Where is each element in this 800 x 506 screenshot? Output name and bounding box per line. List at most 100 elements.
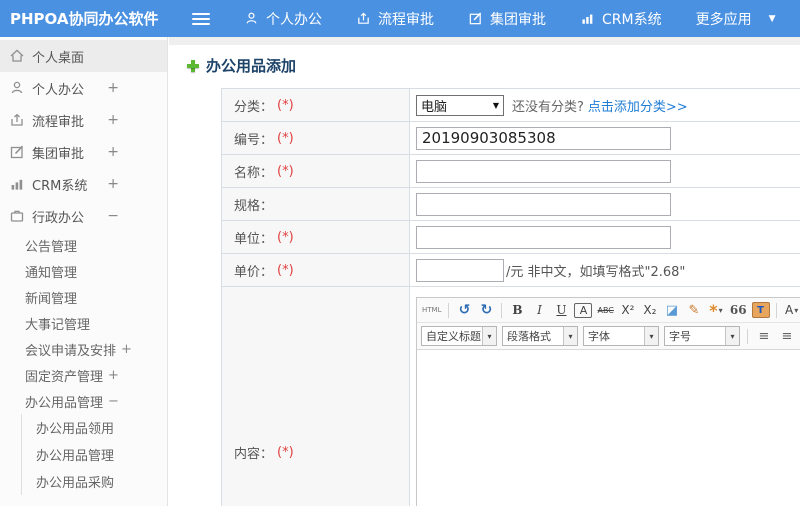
caret-down-icon: ▾	[482, 327, 496, 345]
font-border-button[interactable]: A	[574, 302, 593, 318]
caret-down-icon: ▾	[563, 327, 577, 345]
category-select[interactable]: 电脑 ▼	[416, 94, 504, 116]
sidebar-item-memorabilia-mgmt[interactable]: 大事记管理	[0, 310, 167, 336]
name-input[interactable]	[416, 159, 671, 183]
sidebar-item-administrative-office[interactable]: 行政办公 −	[0, 200, 167, 232]
caret-down-icon: ▾	[725, 327, 739, 345]
content-label: 内容：	[234, 447, 274, 462]
topbar: PHPOA协同办公软件 个人办公 流程审批 集团审批 CRM系统 更多应用 ▼	[0, 0, 800, 37]
auto-typeset-button[interactable]: * ▾	[707, 301, 725, 320]
briefcase-icon	[9, 208, 25, 224]
form-row-code: 编号： (*)	[222, 122, 800, 155]
person-icon	[244, 11, 259, 26]
name-label: 名称：	[234, 165, 274, 181]
blockquote-button[interactable]: 66	[729, 301, 748, 319]
sidebar-item-news-mgmt[interactable]: 新闻管理	[0, 284, 167, 310]
home-icon	[9, 48, 25, 64]
spec-input[interactable]	[416, 192, 671, 216]
format-painter-button[interactable]: ✎	[685, 301, 703, 319]
form-row-spec: 规格：	[222, 188, 800, 221]
sidebar-item-notice-mgmt[interactable]: 通知管理	[0, 258, 167, 284]
expand-toggle[interactable]: +	[107, 144, 119, 160]
nav-group-approval[interactable]: 集团审批	[468, 9, 546, 29]
collapse-toggle[interactable]: −	[108, 394, 119, 409]
toolbar-separator	[775, 302, 777, 318]
sidebar-item-supplies-purchase[interactable]: 办公用品采购	[22, 468, 167, 495]
toolbar-separator	[747, 328, 748, 344]
rich-text-editor: HTML ↺ ↻ B I U A ABC X² X₂ ◪ ✎ * ▾ 66 T …	[416, 297, 800, 506]
remove-format-button[interactable]: ◪	[663, 301, 681, 319]
price-suffix: /元 非中文，如填写格式"2.68"	[506, 264, 686, 280]
sidebar-submenu-office-supplies: 办公用品领用 办公用品管理 办公用品采购	[21, 414, 167, 495]
font-color-button[interactable]: A ▾	[783, 301, 800, 319]
required-marker: (*)	[277, 97, 294, 113]
edit-icon	[9, 144, 25, 160]
sidebar-item-announcement-mgmt[interactable]: 公告管理	[0, 232, 167, 258]
collapse-toggle[interactable]: −	[107, 208, 119, 224]
caret-down-icon: ▼	[768, 13, 776, 24]
caret-down-icon: ▾	[644, 327, 658, 345]
bold-button[interactable]: B	[508, 301, 526, 319]
bar-chart-icon	[9, 176, 25, 192]
expand-toggle[interactable]: +	[107, 176, 119, 192]
font-size-dropdown[interactable]: 字号 ▾	[664, 326, 740, 346]
sidebar-item-group-approval[interactable]: 集团审批 +	[0, 136, 167, 168]
font-family-dropdown[interactable]: 字体 ▾	[583, 326, 659, 346]
sidebar-item-supplies-management[interactable]: 办公用品管理	[22, 441, 167, 468]
category-hint: 还没有分类?	[512, 99, 584, 115]
html-source-button[interactable]: HTML	[421, 301, 442, 319]
expand-toggle[interactable]: +	[121, 342, 132, 357]
add-category-link[interactable]: 点击添加分类>>	[588, 96, 688, 115]
underline-button[interactable]: U	[552, 301, 570, 319]
paste-text-button[interactable]: T	[751, 302, 770, 318]
price-input[interactable]	[416, 258, 504, 282]
nav-workflow-approval[interactable]: 流程审批	[356, 9, 434, 29]
toolbar-separator	[501, 302, 503, 318]
code-label: 编号：	[234, 132, 274, 148]
app-window: PHPOA协同办公软件 个人办公 流程审批 集团审批 CRM系统 更多应用 ▼ …	[0, 0, 800, 506]
sidebar-item-personal-office[interactable]: 个人办公 +	[0, 72, 167, 104]
nav-personal-office[interactable]: 个人办公	[244, 9, 322, 29]
sidebar-item-fixed-assets-mgmt[interactable]: 固定资产管理 +	[0, 362, 167, 388]
caret-down-icon: ▾	[718, 305, 723, 315]
sidebar-item-workflow-approval[interactable]: 流程审批 +	[0, 104, 167, 136]
required-marker: (*)	[277, 229, 294, 245]
nav-more-apps[interactable]: 更多应用 ▼	[696, 9, 776, 29]
superscript-button[interactable]: X²	[619, 301, 637, 319]
export-icon	[9, 112, 25, 128]
sidebar: 个人桌面 个人办公 + 流程审批 + 集团审批 + CRM系统 + 行政办公 −…	[0, 37, 168, 506]
sidebar-item-meeting-request[interactable]: 会议申请及安排 +	[0, 336, 167, 362]
top-navigation: 个人办公 流程审批 集团审批 CRM系统 更多应用 ▼	[244, 9, 776, 29]
align-center-button[interactable]: ≡	[778, 327, 796, 345]
undo-button[interactable]: ↺	[455, 301, 473, 319]
form-row-content: 内容： (*) HTML ↺ ↻ B I U A ABC X² X₂ ◪ ✎ *…	[222, 287, 800, 506]
align-left-button[interactable]: ≡	[755, 327, 773, 345]
strikethrough-button[interactable]: ABC	[596, 301, 614, 319]
expand-toggle[interactable]: +	[108, 368, 119, 383]
paragraph-format-dropdown[interactable]: 段落格式 ▾	[502, 326, 578, 346]
redo-button[interactable]: ↻	[477, 301, 495, 319]
required-marker: (*)	[277, 445, 294, 460]
sidebar-item-crm-system[interactable]: CRM系统 +	[0, 168, 167, 200]
expand-toggle[interactable]: +	[107, 112, 119, 128]
unit-input[interactable]	[416, 225, 671, 249]
caret-down-icon: ▾	[794, 305, 799, 315]
form-row-category: 分类： (*) 电脑 ▼ 还没有分类? 点击添加分类>>	[222, 89, 800, 122]
subscript-button[interactable]: X₂	[641, 301, 659, 319]
italic-button[interactable]: I	[530, 301, 548, 319]
form-row-name: 名称： (*)	[222, 155, 800, 188]
plus-icon	[187, 59, 199, 72]
expand-toggle[interactable]: +	[107, 80, 119, 96]
hamburger-menu-icon[interactable]	[192, 10, 210, 28]
sidebar-item-personal-desktop[interactable]: 个人桌面	[0, 40, 167, 72]
page-title: 办公用品添加	[169, 45, 800, 76]
add-supplies-form: 分类： (*) 电脑 ▼ 还没有分类? 点击添加分类>> 编号： (*) 201…	[221, 88, 800, 506]
required-marker: (*)	[277, 163, 294, 179]
code-input[interactable]	[416, 126, 671, 150]
editor-content-area[interactable]	[417, 350, 800, 506]
nav-crm-system[interactable]: CRM系统	[580, 9, 662, 29]
custom-title-dropdown[interactable]: 自定义标题 ▾	[421, 326, 497, 346]
sidebar-item-supplies-requisition[interactable]: 办公用品领用	[22, 414, 167, 441]
sidebar-item-office-supplies-mgmt[interactable]: 办公用品管理 −	[0, 388, 167, 414]
unit-label: 单位：	[234, 231, 274, 247]
